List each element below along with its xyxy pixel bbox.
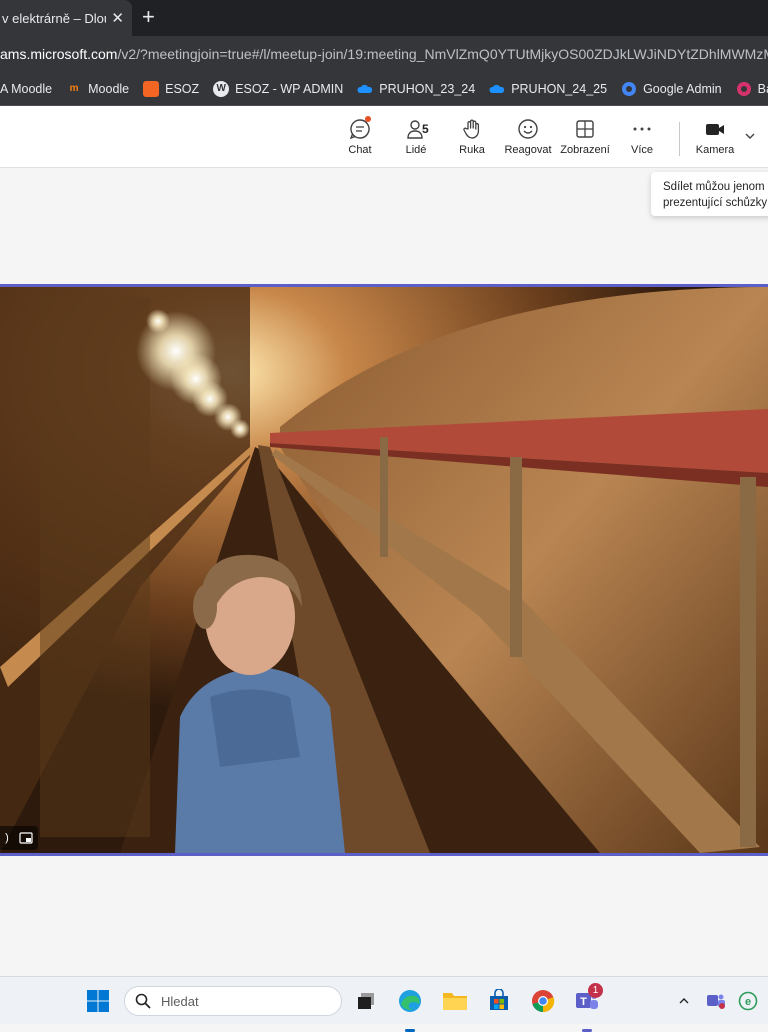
bookmark-esoz-wp-admin[interactable]: W ESOZ - WP ADMIN [213, 80, 344, 97]
start-button[interactable] [84, 987, 112, 1015]
chrome-icon [532, 990, 555, 1013]
svg-text:T: T [580, 996, 587, 1008]
bookmark-esoz[interactable]: ESOZ [143, 80, 200, 97]
chat-button[interactable]: Chat [332, 116, 388, 156]
picture-in-picture-icon[interactable] [19, 832, 33, 844]
windows-logo-icon [87, 990, 109, 1012]
file-explorer-button[interactable] [441, 987, 469, 1015]
view-button[interactable]: Zobrazení [557, 118, 613, 156]
edge-icon [399, 990, 421, 1012]
shared-video[interactable] [0, 284, 768, 856]
support-post [380, 437, 388, 557]
url-host: ams.microsoft.com [0, 46, 118, 62]
people-label: Lidé [405, 144, 427, 156]
more-button[interactable]: Více [614, 118, 670, 156]
taskbar-search[interactable]: Hledat [124, 986, 342, 1016]
left-cable-rack [40, 297, 150, 837]
chevron-up-icon [679, 998, 689, 1004]
raise-hand-button[interactable]: Ruka [444, 118, 500, 156]
folder-icon [443, 993, 467, 1010]
esoz-icon [143, 80, 160, 97]
react-label: Reagovat [504, 144, 552, 156]
edupage-icon: e [738, 991, 758, 1011]
teams-tray-icon [707, 994, 725, 1009]
share-tooltip: Sdílet můžou jenom prezentující schůzky [651, 172, 768, 216]
tab-title: v elektrárně – Dlou [2, 10, 106, 26]
moodle-icon: m [69, 83, 79, 94]
url-path: /v2/?meetingjoin=true#/l/meetup-join/19:… [117, 46, 768, 62]
tooltip-line-2: prezentující schůzky [663, 197, 768, 209]
bookmark-label: ESOZ [165, 81, 200, 96]
emoji-icon [518, 119, 538, 139]
teams-notification-badge: 1 [588, 983, 603, 998]
volume-icon[interactable]: ) [5, 832, 9, 844]
edupage-tray-button[interactable]: e [734, 987, 762, 1015]
people-count: 5 [422, 122, 429, 136]
bookmarks-bar: A Moodle m Moodle ESOZ W ESOZ - WP ADMIN… [0, 72, 768, 106]
edge-button[interactable] [396, 987, 424, 1032]
wordpress-icon: W [213, 80, 230, 97]
react-button[interactable]: Reagovat [500, 118, 556, 156]
bookmark-bakalari[interactable]: Bakalá [736, 81, 768, 97]
video-controls[interactable]: ) [0, 826, 38, 850]
chat-label: Chat [348, 144, 372, 156]
bookmark-label: A Moodle [0, 81, 53, 96]
hand-icon [463, 119, 480, 139]
bookmark-a-moodle[interactable]: A Moodle [0, 82, 52, 96]
meeting-toolbar: Chat 5 Lidé Ruka Reagovat Zobrazení Více… [0, 106, 768, 168]
camera-options-chevron-icon[interactable] [744, 130, 756, 142]
new-tab-button[interactable]: + [142, 4, 155, 30]
toolbar-divider [679, 122, 680, 156]
grid-view-icon [576, 120, 594, 138]
bookmark-label: Bakalá [757, 81, 768, 96]
chat-notification-dot [365, 116, 371, 122]
bakalari-icon [736, 81, 752, 97]
task-view-icon [358, 993, 374, 1009]
bookmark-label: Moodle [88, 81, 130, 96]
more-label: Více [630, 144, 653, 156]
support-post [510, 457, 522, 657]
windows-taskbar: Hledat T e [0, 976, 768, 1032]
support-post [740, 477, 756, 847]
camera-button[interactable]: Kamera [687, 118, 743, 156]
address-bar[interactable]: ams.microsoft.com/v2/?meetingjoin=true#/… [0, 36, 768, 72]
people-button[interactable]: 5 Lidé [388, 118, 444, 156]
camera-label: Kamera [695, 144, 735, 156]
bookmark-google-admin[interactable]: Google Admin [621, 81, 722, 97]
svg-text:e: e [745, 996, 751, 1008]
bookmark-label: ESOZ - WP ADMIN [235, 81, 344, 96]
google-admin-icon [621, 81, 637, 97]
browser-tabstrip: v elektrárně – Dlou ✕ + [0, 0, 768, 36]
microsoft-store-button[interactable] [485, 987, 513, 1015]
tooltip-line-1: Sdílet můžou jenom [663, 181, 765, 193]
store-icon [490, 989, 508, 1010]
bookmark-pruhon-23-24[interactable]: PRUHON_23_24 [357, 81, 475, 97]
search-placeholder: Hledat [161, 993, 199, 1009]
bookmark-pruhon-24-25[interactable]: PRUHON_24_25 [489, 81, 607, 97]
browser-tab[interactable]: v elektrárně – Dlou ✕ [0, 0, 132, 36]
hand-label: Ruka [459, 144, 485, 156]
view-label: Zobrazení [560, 144, 610, 156]
show-hidden-icons-button[interactable] [670, 987, 698, 1015]
tunnel-video-frame [0, 287, 768, 853]
teams-tray-button[interactable] [702, 987, 730, 1015]
search-icon [135, 993, 151, 1009]
chrome-button[interactable] [529, 987, 557, 1015]
camera-icon [706, 124, 724, 135]
bookmark-label: PRUHON_23_24 [379, 81, 476, 96]
task-view-button[interactable] [352, 987, 380, 1015]
bookmark-moodle[interactable]: m Moodle [66, 81, 129, 97]
more-icon [633, 127, 651, 131]
close-tab-icon[interactable]: ✕ [111, 9, 124, 27]
tunnel-light [230, 419, 250, 439]
onedrive-icon [357, 81, 373, 97]
bookmark-label: Google Admin [643, 81, 722, 96]
onedrive-icon [489, 81, 505, 97]
tunnel-light [146, 309, 170, 333]
bookmark-label: PRUHON_24_25 [511, 81, 608, 96]
